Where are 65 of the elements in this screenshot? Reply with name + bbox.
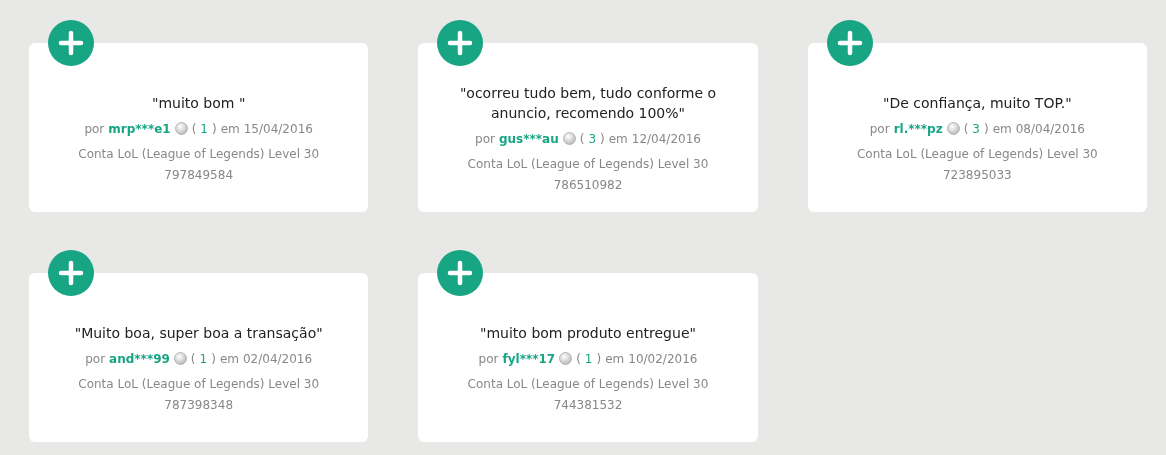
product-code: 723895033 xyxy=(942,166,1012,184)
paren: ) xyxy=(596,350,602,368)
date-label: em xyxy=(992,120,1012,138)
username-link[interactable]: rl.***pz xyxy=(893,119,943,138)
product-name: Conta LoL (League of Legends) Level 30 xyxy=(856,145,1098,163)
rank-icon xyxy=(946,122,960,135)
by-label: por xyxy=(475,130,495,148)
review-quote: "muito bom produto entregue" xyxy=(480,323,696,343)
date-label: em xyxy=(219,350,239,368)
date-label: em xyxy=(605,350,625,368)
username-link[interactable]: mrp***e1 xyxy=(108,119,171,138)
username-link[interactable]: and***99 xyxy=(109,349,170,368)
review-date: 15/04/2016 xyxy=(243,120,313,138)
review-date: 10/02/2016 xyxy=(628,350,698,368)
rank-icon xyxy=(174,122,188,135)
rank-icon xyxy=(173,352,187,365)
product-code: 744381532 xyxy=(553,396,623,414)
product-code: 787398348 xyxy=(164,396,233,414)
paren: ( xyxy=(576,350,581,368)
paren: ( xyxy=(190,350,196,368)
paren: ( xyxy=(579,130,585,148)
rating-count: 1 xyxy=(199,350,208,368)
paren: ( xyxy=(191,120,197,138)
username-link[interactable]: fyl***17 xyxy=(502,349,556,368)
paren: ) xyxy=(211,350,216,368)
rank-icon xyxy=(559,352,573,365)
product-code: 797849584 xyxy=(164,166,233,184)
product-name: Conta LoL (League of Legends) Level 30 xyxy=(467,375,709,393)
plus-icon xyxy=(58,260,84,286)
plus-icon xyxy=(447,260,474,286)
by-label: por xyxy=(85,350,106,368)
by-label: por xyxy=(84,120,105,138)
product-name: Conta LoL (League of Legends) Level 30 xyxy=(78,145,320,163)
product-name: Conta LoL (League of Legends) Level 30 xyxy=(467,155,709,173)
expand-button[interactable] xyxy=(48,20,94,66)
plus-icon xyxy=(58,30,84,56)
date-label: em xyxy=(220,120,240,138)
expand-button[interactable] xyxy=(437,250,484,296)
username-link[interactable]: gus***au xyxy=(498,129,559,148)
expand-button[interactable] xyxy=(48,250,94,296)
product-name: Conta LoL (League of Legends) Level 30 xyxy=(78,375,320,393)
by-label: por xyxy=(478,350,499,368)
paren: ) xyxy=(211,120,217,138)
rating-count: 1 xyxy=(584,350,593,368)
review-quote: "muito bom " xyxy=(152,93,246,113)
by-label: por xyxy=(869,120,890,138)
expand-button[interactable] xyxy=(826,20,873,66)
review-quote: "ocorreu tudo bem, tudo conforme o anuncio, recomendo 100%" xyxy=(458,83,718,123)
plus-icon xyxy=(447,30,474,56)
review-date: 02/04/2016 xyxy=(242,350,313,368)
paren: ) xyxy=(600,130,605,148)
rating-count: 3 xyxy=(588,130,596,148)
rating-count: 1 xyxy=(200,120,208,138)
product-code: 786510982 xyxy=(553,176,623,194)
date-label: em xyxy=(608,130,628,148)
expand-button[interactable] xyxy=(437,20,484,66)
review-quote: "De confiança, muito TOP." xyxy=(883,93,1072,113)
review-date: 08/04/2016 xyxy=(1015,120,1085,138)
paren: ( xyxy=(963,120,969,138)
plus-icon xyxy=(836,30,863,56)
paren: ) xyxy=(983,120,989,138)
rating-count: 3 xyxy=(972,120,980,138)
rank-icon xyxy=(562,132,576,145)
review-quote: "Muito boa, super boa a transação" xyxy=(74,323,323,343)
review-date: 12/04/2016 xyxy=(631,130,701,148)
